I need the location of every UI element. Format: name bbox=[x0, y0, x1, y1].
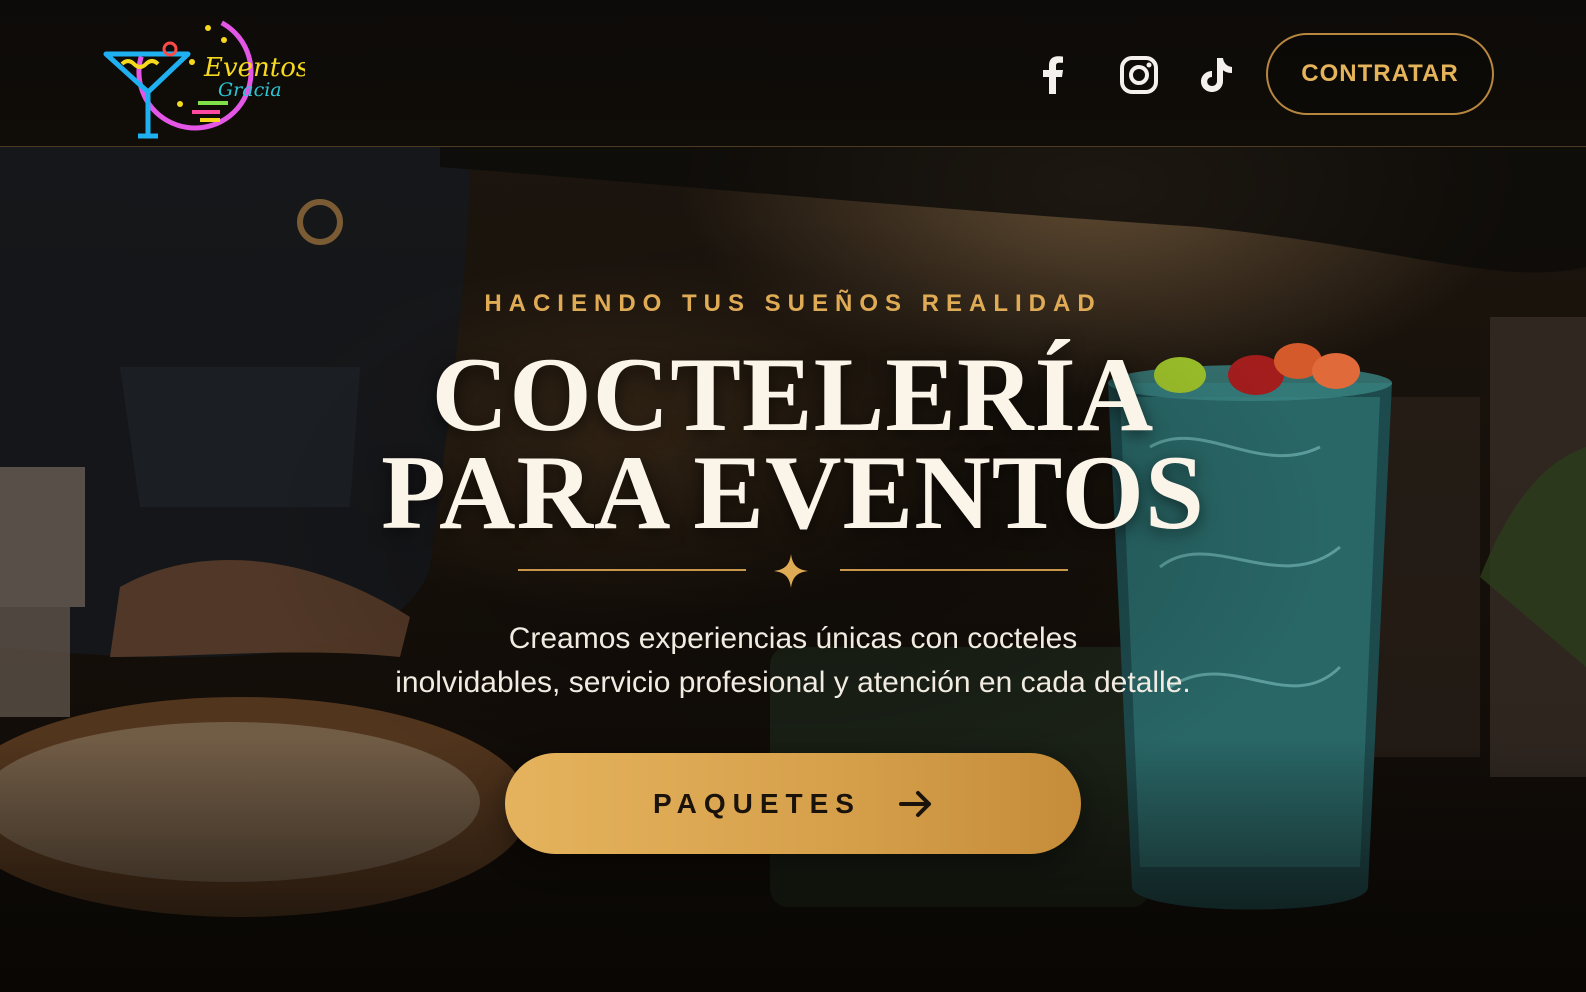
packages-button[interactable]: PAQUETES bbox=[505, 753, 1081, 854]
divider-left bbox=[518, 569, 746, 571]
hero-section: HACIENDO TUS SUEÑOS REALIDAD COCTELERÍA … bbox=[0, 147, 1586, 992]
packages-button-label: PAQUETES bbox=[653, 787, 861, 819]
instagram-icon bbox=[1120, 56, 1158, 94]
hero-title-line1: COCTELERÍA bbox=[431, 336, 1155, 453]
arrow-right-icon bbox=[898, 790, 933, 818]
hero-subtitle-line2: inolvidables, servicio profesional y ate… bbox=[395, 666, 1191, 699]
svg-text:Gracia: Gracia bbox=[218, 79, 282, 101]
facebook-icon bbox=[1043, 56, 1063, 94]
hero-title-line2: PARA EVENTOS bbox=[381, 434, 1205, 551]
divider-right bbox=[840, 569, 1068, 571]
hire-button[interactable]: CONTRATAR bbox=[1266, 33, 1494, 115]
logo-cocktail-icon: Eventos Gracia bbox=[103, 13, 309, 139]
facebook-link[interactable] bbox=[1029, 52, 1075, 98]
hero-tagline: HACIENDO TUS SUEÑOS REALIDAD bbox=[484, 290, 1102, 317]
brand-logo[interactable]: Eventos Gracia bbox=[100, 6, 309, 144]
tiktok-icon bbox=[1201, 58, 1232, 92]
sparkle-icon bbox=[774, 554, 808, 588]
instagram-link[interactable] bbox=[1116, 52, 1162, 98]
tiktok-link[interactable] bbox=[1193, 52, 1239, 98]
hero-subtitle-line1: Creamos experiencias únicas con cocteles bbox=[508, 622, 1078, 655]
site-header: Eventos Gracia CONTRATAR bbox=[0, 0, 1586, 147]
